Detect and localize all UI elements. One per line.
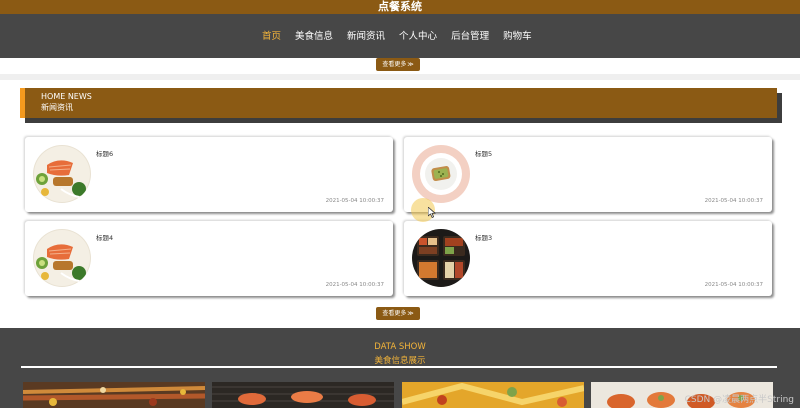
data-show-title-cn: 美食信息展示 — [374, 356, 426, 366]
nav-item-cart[interactable]: 购物车 — [503, 28, 532, 42]
grilled-skewers-image[interactable] — [23, 382, 205, 408]
bento-box-image — [412, 229, 470, 287]
section-divider — [0, 74, 800, 80]
nav-item-admin[interactable]: 后台管理 — [451, 28, 489, 42]
news-card-date: 2021-05-04 10:00:37 — [704, 198, 763, 204]
news-card[interactable]: 标题5 2021-05-04 10:00:37 — [404, 137, 772, 212]
main-nav: 首页 美食信息 新闻资讯 个人中心 后台管理 购物车 — [0, 14, 800, 58]
nav-item-news[interactable]: 新闻资讯 — [347, 28, 385, 42]
nav-item-home[interactable]: 首页 — [262, 28, 281, 42]
seafood-plate-image[interactable] — [402, 382, 584, 408]
view-more-button-news[interactable]: 查看更多≫ — [376, 307, 420, 320]
data-show-section: DATA SHOW 美食信息展示 — [0, 328, 800, 408]
view-more-label: 查看更多 — [382, 310, 407, 317]
salmon-platter-image — [33, 145, 91, 203]
news-card-title: 标题4 — [96, 234, 114, 242]
view-more-label: 查看更多 — [382, 61, 407, 68]
news-card-date: 2021-05-04 10:00:37 — [704, 282, 763, 288]
news-card-title: 标题6 — [96, 150, 114, 158]
nav-item-food[interactable]: 美食信息 — [295, 28, 333, 42]
news-card-date: 2021-05-04 10:00:37 — [325, 198, 384, 204]
news-card-title: 标题5 — [475, 150, 493, 158]
nav-item-profile[interactable]: 个人中心 — [399, 28, 437, 42]
site-title: 点餐系统 — [0, 0, 800, 14]
view-more-button-food[interactable]: 查看更多≫ — [376, 58, 420, 71]
double-chevron-right-icon: ≫ — [407, 61, 414, 68]
data-show-title-en: DATA SHOW — [374, 342, 426, 352]
salmon-platter-image — [33, 229, 91, 287]
news-title-en: HOME NEWS — [41, 92, 92, 101]
divider-line — [21, 366, 777, 368]
news-card[interactable]: 标题4 2021-05-04 10:00:37 — [25, 221, 393, 296]
news-section-header: HOME NEWS 新闻资讯 — [20, 88, 777, 118]
watermark: CSDN @凌晨两点半String — [684, 395, 794, 405]
news-card-date: 2021-05-04 10:00:37 — [325, 282, 384, 288]
news-card[interactable]: 标题3 2021-05-04 10:00:37 — [404, 221, 772, 296]
nav-list: 首页 美食信息 新闻资讯 个人中心 后台管理 购物车 — [262, 28, 532, 42]
news-card[interactable]: 标题6 2021-05-04 10:00:37 — [25, 137, 393, 212]
news-title-cn: 新闻资讯 — [41, 103, 73, 112]
news-card-title: 标题3 — [475, 234, 493, 242]
shrimp-grill-image[interactable] — [212, 382, 394, 408]
avocado-toast-image — [412, 145, 470, 203]
double-chevron-right-icon: ≫ — [407, 310, 414, 317]
mouse-cursor-icon — [411, 198, 436, 222]
